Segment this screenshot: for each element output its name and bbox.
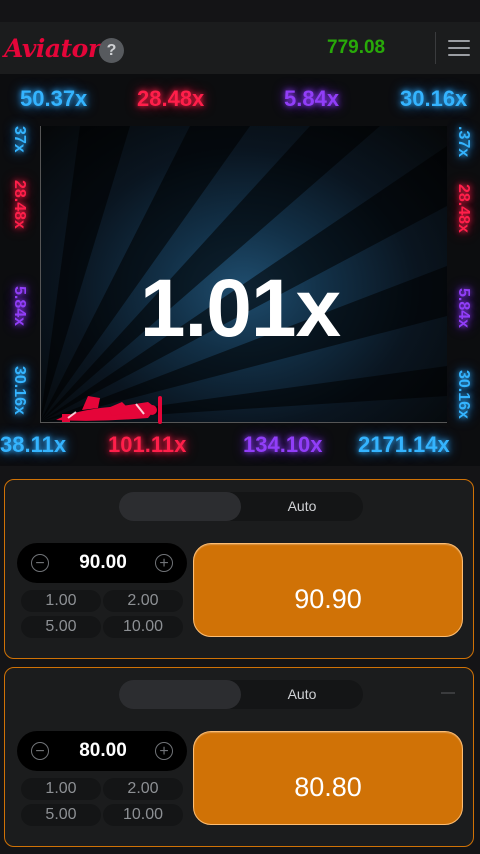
history-top-1: 50.37x bbox=[20, 86, 88, 111]
tab-auto[interactable]: Auto bbox=[241, 680, 363, 709]
history-right-2: 28.48x bbox=[455, 184, 472, 233]
bet-amount-stepper: − 80.00 + bbox=[17, 731, 187, 771]
cashout-amount: 90.90 bbox=[294, 584, 362, 614]
quick-bet-chip[interactable]: 1.00 bbox=[21, 590, 101, 612]
balance-value: 779.08 bbox=[327, 37, 386, 58]
quick-bet-chip[interactable]: 1.00 bbox=[21, 778, 101, 800]
bet-panel-1: Auto − 90.00 + 1.00 2.00 5.00 10.00 90.9… bbox=[4, 479, 474, 659]
bet-amount-value[interactable]: 90.00 bbox=[57, 543, 149, 583]
history-bottom-4: 2171.14x bbox=[358, 432, 450, 457]
history-top-2: 28.48x bbox=[137, 86, 205, 111]
quick-bet-chip[interactable]: 10.00 bbox=[103, 616, 183, 638]
cashout-amount: 80.80 bbox=[294, 772, 362, 802]
bet-amount-stepper: − 90.00 + bbox=[17, 543, 187, 583]
quick-bet-chip[interactable]: 5.00 bbox=[21, 804, 101, 826]
cashout-button[interactable]: 90.90 bbox=[193, 543, 463, 637]
increase-bet-button[interactable]: + bbox=[155, 554, 173, 572]
increase-bet-button[interactable]: + bbox=[155, 742, 173, 760]
quick-bet-chip[interactable]: 2.00 bbox=[103, 590, 183, 612]
red-propeller-plane-icon bbox=[56, 396, 162, 424]
history-top-4: 30.16x bbox=[400, 86, 468, 111]
bet-auto-switch: Auto bbox=[119, 680, 363, 709]
history-right-1: .37x bbox=[455, 126, 472, 158]
minus-icon[interactable] bbox=[441, 692, 455, 694]
quick-bet-chip[interactable]: 2.00 bbox=[103, 778, 183, 800]
decrease-bet-button[interactable]: − bbox=[31, 742, 49, 760]
bet-panel-2: Auto − 80.00 + 1.00 2.00 5.00 10.00 80.8… bbox=[4, 667, 474, 847]
tab-bet[interactable] bbox=[119, 680, 241, 709]
history-bottom-2: 101.11x bbox=[108, 432, 187, 457]
history-left-1: 37x bbox=[11, 126, 28, 153]
tab-bet[interactable] bbox=[119, 492, 241, 521]
history-bottom-3: 134.10x bbox=[243, 432, 323, 457]
tab-auto[interactable]: Auto bbox=[241, 492, 363, 521]
history-right-4: 30.16x bbox=[455, 370, 472, 419]
aviator-logo: Aviator bbox=[4, 34, 101, 63]
header-divider bbox=[435, 32, 436, 64]
bet-amount-value[interactable]: 80.00 bbox=[57, 731, 149, 771]
history-left-2: 28.48x bbox=[11, 180, 28, 229]
quick-bet-chip[interactable]: 10.00 bbox=[103, 804, 183, 826]
history-left-4: 30.16x bbox=[11, 366, 28, 415]
quick-bet-chip[interactable]: 5.00 bbox=[21, 616, 101, 638]
current-multiplier: 1.01x bbox=[139, 263, 341, 354]
bet-auto-switch: Auto bbox=[119, 492, 363, 521]
history-bottom-1: 38.11x bbox=[0, 432, 67, 457]
cashout-button[interactable]: 80.80 bbox=[193, 731, 463, 825]
decrease-bet-button[interactable]: − bbox=[31, 554, 49, 572]
hamburger-menu-icon[interactable] bbox=[448, 40, 470, 58]
history-top-3: 5.84x bbox=[284, 86, 340, 111]
top-bar: Aviator ? 779.08 bbox=[0, 22, 480, 74]
help-button[interactable]: ? bbox=[99, 38, 124, 63]
